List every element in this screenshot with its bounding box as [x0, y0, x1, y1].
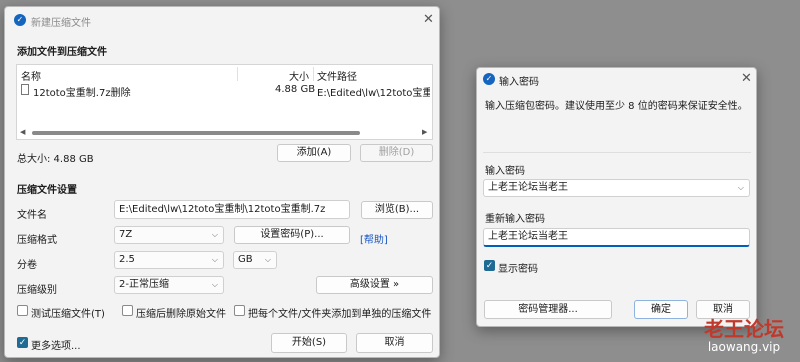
file-list[interactable]: 名称 大小 文件路径 12toto宝重制.7z删除 4.88 GB E:\Edi…: [16, 64, 433, 140]
enter-password-value: 上老王论坛当老王: [488, 182, 568, 193]
level-label: 压缩级别: [17, 285, 57, 296]
format-select[interactable]: 7Z ⌵: [114, 226, 224, 244]
add-button[interactable]: 添加(A): [277, 144, 351, 162]
help-link[interactable]: [帮助]: [360, 231, 388, 246]
more-options-label[interactable]: 更多选项...: [31, 337, 81, 352]
row-name: 12toto宝重制.7z删除: [33, 88, 131, 99]
section-add-heading: 添加文件到压缩文件: [17, 47, 107, 58]
start-button[interactable]: 开始(S): [271, 333, 347, 353]
scroll-left-icon[interactable]: ◀: [20, 128, 25, 136]
volume-select[interactable]: 2.5 ⌵: [114, 251, 224, 269]
format-label: 压缩格式: [17, 235, 57, 246]
show-password-label[interactable]: 显示密码: [498, 260, 538, 275]
separate-archives-label[interactable]: 把每个文件/文件夹添加到单独的压缩文件: [248, 305, 431, 320]
password-dialog: ✓ 输入密码 ✕ 输入压缩包密码。建议使用至少 8 位的密码来保证安全性。 输入…: [476, 67, 757, 327]
delete-after-label[interactable]: 压缩后删除原始文件: [136, 305, 226, 320]
browse-button[interactable]: 浏览(B)...: [361, 201, 433, 219]
cancel-button[interactable]: 取消: [356, 333, 433, 353]
scroll-right-icon[interactable]: ▶: [422, 128, 427, 136]
app-logo-icon: ✓: [14, 14, 26, 26]
watermark-line2: laowang.vip: [707, 340, 781, 354]
scrollbar-thumb[interactable]: [32, 131, 360, 135]
chevron-down-icon: ⌵: [264, 255, 271, 264]
row-path: E:\Edited\lw\12toto宝重制: [317, 88, 430, 99]
password-dialog-title: 输入密码: [499, 77, 539, 88]
password-instruction: 输入压缩包密码。建议使用至少 8 位的密码来保证安全性。: [485, 101, 748, 112]
remove-button[interactable]: 删除(D): [360, 144, 433, 162]
chevron-down-icon: ⌵: [211, 255, 218, 264]
file-icon: [21, 84, 29, 95]
password-manager-button[interactable]: 密码管理器...: [484, 300, 612, 319]
col-divider: [313, 67, 314, 81]
more-options-checkbox[interactable]: ✓: [17, 337, 28, 348]
chevron-down-icon: ⌵: [211, 230, 218, 239]
enter-password-label: 输入密码: [485, 166, 525, 177]
volume-unit-select[interactable]: GB ⌵: [233, 251, 277, 269]
horizontal-scrollbar[interactable]: ◀ ▶: [18, 128, 431, 138]
total-size: 总大小: 4.88 GB: [17, 154, 94, 165]
filename-label: 文件名: [17, 210, 47, 221]
col-divider: [237, 67, 238, 81]
close-icon[interactable]: ✕: [741, 72, 752, 85]
new-archive-dialog: ✓ 新建压缩文件 ✕ 添加文件到压缩文件 名称 大小 文件路径 12toto宝重…: [4, 6, 440, 358]
advanced-settings-button[interactable]: 高级设置 »: [316, 276, 433, 294]
format-value: 7Z: [119, 229, 133, 240]
enter-password-field[interactable]: 上老王论坛当老王 ⌵: [483, 179, 750, 197]
level-value: 2-正常压缩: [119, 279, 169, 290]
divider: [483, 152, 751, 153]
col-header-name[interactable]: 名称: [21, 68, 41, 83]
chevron-down-icon: ⌵: [211, 280, 218, 289]
volume-unit-value: GB: [238, 254, 253, 265]
ok-button[interactable]: 确定: [634, 300, 688, 319]
test-archive-checkbox[interactable]: [17, 305, 28, 316]
watermark: 老王论坛 laowang.vip: [690, 318, 798, 354]
col-header-path[interactable]: 文件路径: [317, 68, 357, 83]
level-select[interactable]: 2-正常压缩 ⌵: [114, 276, 224, 294]
filename-field[interactable]: E:\Edited\lw\12toto宝重制\12toto宝重制.7z: [114, 200, 350, 219]
table-row[interactable]: 12toto宝重制.7z删除 4.88 GB E:\Edited\lw\12to…: [19, 83, 430, 99]
set-password-button[interactable]: 设置密码(P)...: [234, 226, 350, 244]
test-archive-label[interactable]: 测试压缩文件(T): [31, 305, 105, 320]
delete-after-checkbox[interactable]: [122, 305, 133, 316]
show-password-checkbox[interactable]: ✓: [484, 260, 495, 271]
volume-label: 分卷: [17, 260, 37, 271]
app-logo-icon: ✓: [483, 73, 495, 85]
dialog-title: 新建压缩文件: [31, 18, 91, 29]
watermark-line1: 老王论坛: [704, 317, 784, 341]
volume-value: 2.5: [119, 254, 135, 265]
reenter-password-label: 重新输入密码: [485, 214, 545, 225]
close-icon[interactable]: ✕: [423, 13, 434, 26]
chevron-down-icon: ⌵: [737, 183, 744, 192]
row-size: 4.88 GB: [275, 84, 316, 95]
reenter-password-field[interactable]: 上老王论坛当老王: [483, 228, 750, 247]
separate-archives-checkbox[interactable]: [234, 305, 245, 316]
col-header-size[interactable]: 大小: [289, 68, 309, 83]
section-settings-heading: 压缩文件设置: [17, 185, 77, 196]
